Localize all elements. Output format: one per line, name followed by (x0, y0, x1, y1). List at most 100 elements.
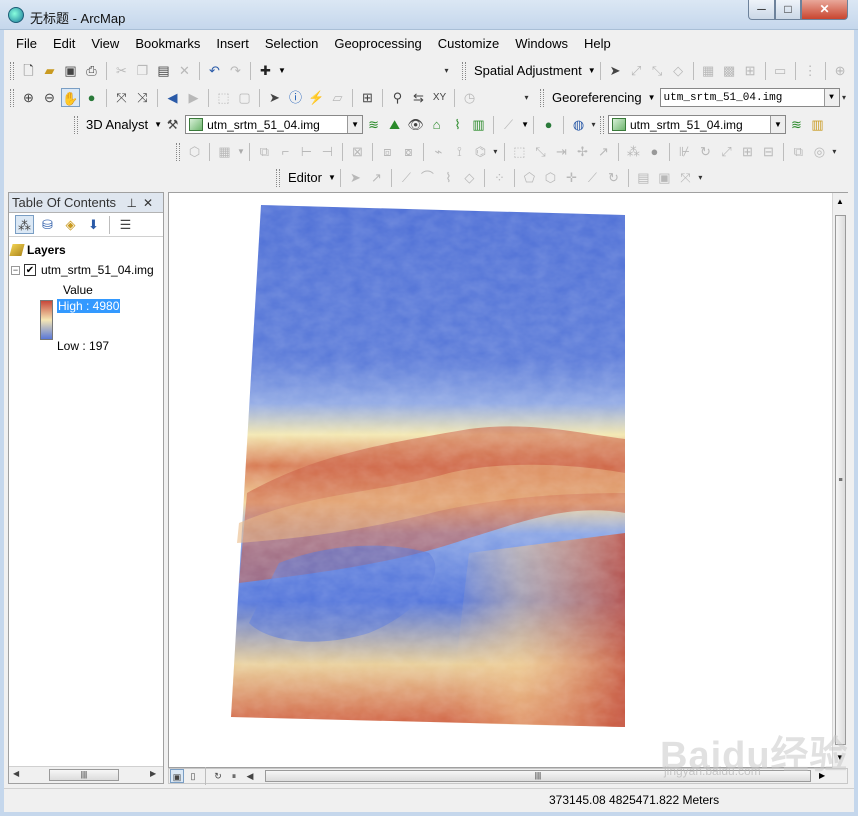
georeferencing-layer-select[interactable]: utm_srtm_51_04.img ▼ (659, 88, 840, 107)
view-link-table-icon[interactable]: ▦ (699, 61, 718, 80)
cut-icon[interactable]: ✂ (112, 61, 131, 80)
clip-icon[interactable]: ⧉ (789, 142, 808, 161)
arcglobe-icon[interactable]: ◍ (569, 115, 588, 134)
back-arrow-icon[interactable]: ◀ (163, 88, 182, 107)
modify-link-icon[interactable]: ⤡ (648, 61, 667, 80)
scroll-up-icon[interactable]: ▲ (836, 197, 844, 206)
edit-vertices-icon[interactable]: ⁘ (490, 168, 509, 187)
zoom-in-icon[interactable]: ⊕ (19, 88, 38, 107)
topology-edit-icon[interactable]: ⤡ (531, 142, 550, 161)
georeferencing-menu[interactable]: Georeferencing (548, 90, 646, 105)
fillet-icon[interactable]: ⌐ (276, 142, 295, 161)
add-data-dropdown-icon[interactable]: ▼ (278, 66, 286, 75)
attribute-transfer-icon[interactable]: ⊞ (741, 61, 760, 80)
scale-icon[interactable]: ⤢ (717, 142, 736, 161)
toolbar-grip[interactable] (176, 142, 180, 161)
arcscene-globe-icon[interactable]: ● (539, 115, 558, 134)
rotate-circle-icon[interactable]: ↻ (604, 168, 623, 187)
select-features-icon[interactable]: ⬚ (214, 88, 233, 107)
scroll-right-icon[interactable]: ▶ (150, 769, 156, 778)
menu-geoprocessing[interactable]: Geoprocessing (326, 33, 429, 55)
list-by-visibility-icon[interactable]: ◈ (61, 215, 80, 234)
hyperlink-icon[interactable]: ⚡ (307, 88, 326, 107)
pause-drawing-icon[interactable]: ⏸ (227, 769, 241, 783)
minimize-button[interactable]: ─ (748, 0, 775, 20)
refresh-icon[interactable]: ↻ (211, 769, 225, 783)
line-of-sight-icon[interactable]: 👁 (406, 115, 425, 134)
align-edge-icon[interactable]: ⟟ (450, 142, 469, 161)
paste-icon[interactable]: ▤ (154, 61, 173, 80)
html-popup-icon[interactable]: ▱ (328, 88, 347, 107)
save-icon[interactable]: ▣ (61, 61, 80, 80)
menu-help[interactable]: Help (576, 33, 619, 55)
undo-icon[interactable]: ↶ (205, 61, 224, 80)
profile-graph-icon[interactable]: ⟋ (499, 115, 518, 134)
fix-topology-icon[interactable]: ⊮ (675, 142, 694, 161)
construct-features-icon[interactable]: ⌬ (471, 142, 490, 161)
split-icon[interactable]: ✛ (562, 168, 581, 187)
link-table-icon[interactable]: ▭ (771, 61, 790, 80)
line-intersection-icon[interactable]: ⊠ (348, 142, 367, 161)
redo-icon[interactable]: ↷ (226, 61, 245, 80)
straight-segment-icon[interactable]: ⟋ (397, 168, 416, 187)
menu-edit[interactable]: Edit (45, 33, 83, 55)
rubbersheet-icon[interactable]: ⊕ (831, 61, 850, 80)
toc-pin-close-icons[interactable]: ⊥✕ (126, 196, 163, 210)
full-extent-globe-icon[interactable]: ● (82, 88, 101, 107)
layer-name[interactable]: utm_srtm_51_04.img (41, 263, 154, 277)
toc-options-icon[interactable]: ☰ (116, 215, 135, 234)
copy-icon[interactable]: ❐ (133, 61, 152, 80)
new-document-icon[interactable]: 🗋 (19, 61, 38, 80)
smooth-icon[interactable]: ⌁ (429, 142, 448, 161)
point-icon[interactable]: ◇ (460, 168, 479, 187)
list-by-drawing-order-icon[interactable]: ⁂ (15, 215, 34, 234)
list-by-source-icon[interactable]: ⛁ (38, 215, 57, 234)
chevron-down-icon[interactable]: ▼ (237, 147, 245, 156)
time-slider-icon[interactable]: ◷ (460, 88, 479, 107)
split-node-icon[interactable]: ✢ (573, 142, 592, 161)
toolbar-overflow-icon[interactable]: ▾ (589, 114, 598, 136)
menu-insert[interactable]: Insert (208, 33, 257, 55)
add-data-icon[interactable]: ✚ (256, 61, 275, 80)
toolbar-grip[interactable] (74, 115, 78, 134)
interpolate-point-icon[interactable]: ⌂ (427, 115, 446, 134)
rotate-icon[interactable]: ↻ (696, 142, 715, 161)
trim-icon[interactable]: ⊣ (318, 142, 337, 161)
scroll-thumb[interactable]: ||| (49, 769, 119, 781)
3d-analyst-menu[interactable]: 3D Analyst (82, 117, 152, 132)
data-view-icon[interactable]: ▣ (170, 769, 184, 783)
editor-menu[interactable]: Editor (284, 170, 326, 185)
forward-arrow-icon[interactable]: ▶ (184, 88, 203, 107)
extend-icon[interactable]: ⊢ (297, 142, 316, 161)
chevron-down-icon[interactable]: ▼ (770, 116, 785, 133)
explode-icon[interactable]: ⧈ (378, 142, 397, 161)
menu-file[interactable]: File (8, 33, 45, 55)
map-view[interactable] (168, 192, 848, 768)
open-folder-icon[interactable]: ▰ (40, 61, 59, 80)
cut-polygons-icon[interactable]: ⬡ (541, 168, 560, 187)
toolbar-overflow-icon[interactable]: ▾ (830, 141, 839, 163)
toolbar-overflow-icon[interactable]: ▾ (522, 87, 531, 109)
elevation-raster[interactable] (169, 193, 848, 768)
color-ramp-swatch[interactable] (40, 300, 53, 340)
scroll-thumb[interactable]: ≡ (835, 215, 846, 745)
toolbar-grip[interactable] (540, 88, 544, 107)
toolbar-overflow-icon[interactable]: ▾ (696, 167, 705, 189)
spatial-analyst-layer-select[interactable]: utm_srtm_51_04.img ▼ (608, 115, 786, 134)
measure-icon[interactable]: ⊞ (358, 88, 377, 107)
menu-selection[interactable]: Selection (257, 33, 326, 55)
rotate-tool-icon[interactable]: ⟋ (583, 168, 602, 187)
reshape-icon[interactable]: ⬠ (520, 168, 539, 187)
menu-windows[interactable]: Windows (507, 33, 576, 55)
toolbar-overflow-icon[interactable]: ▾ (491, 141, 500, 163)
chevron-down-icon[interactable]: ▼ (648, 93, 656, 102)
find-route-icon[interactable]: ⇆ (409, 88, 428, 107)
fixed-zoom-in-icon[interactable]: ⤧ (112, 88, 131, 107)
toolbar-grip[interactable] (10, 61, 14, 80)
contour-icon[interactable]: ≋ (364, 115, 383, 134)
select-elements-arrow-icon[interactable]: ➤ (265, 88, 284, 107)
union-icon[interactable]: ⊟ (759, 142, 778, 161)
legend-low-label[interactable]: Low : 197 (57, 339, 109, 353)
layout-view-icon[interactable]: ▯ (186, 769, 200, 783)
scroll-left-icon[interactable]: ◀ (243, 769, 257, 783)
